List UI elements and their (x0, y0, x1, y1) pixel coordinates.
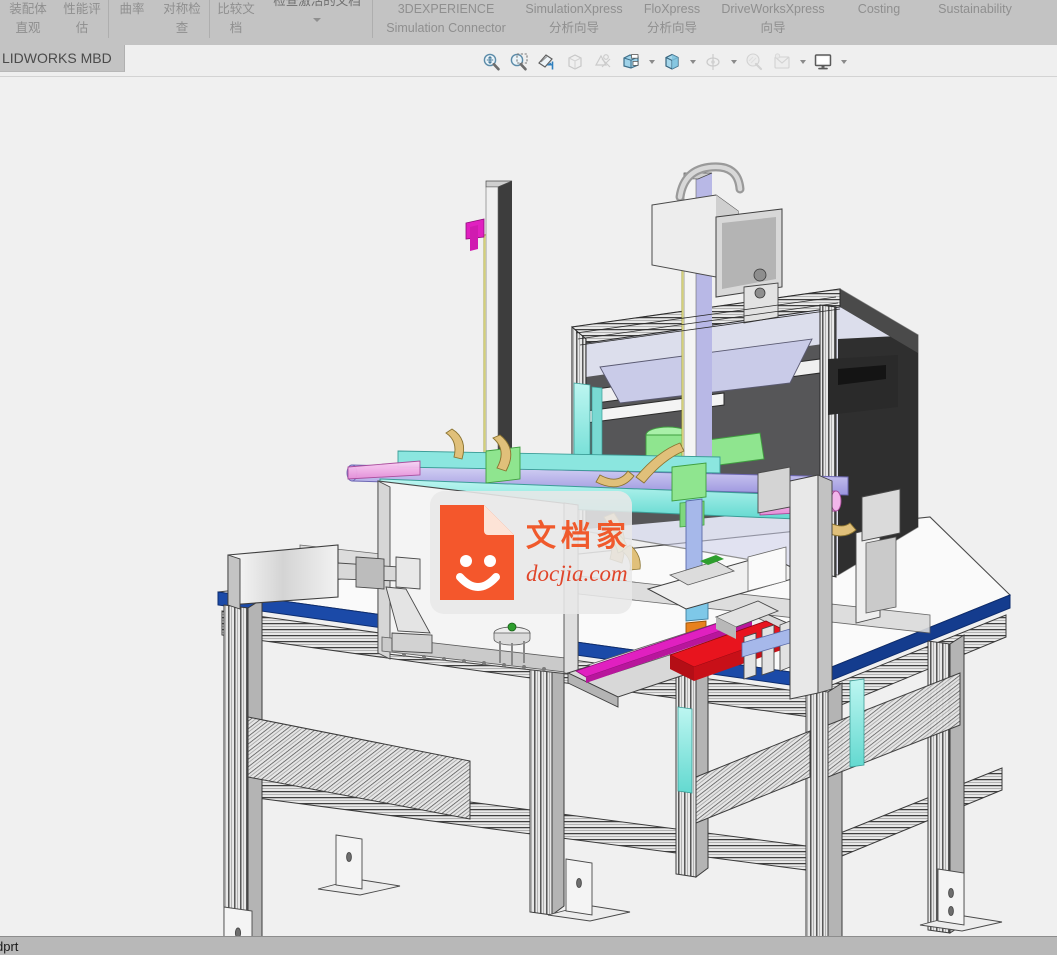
watermark-text: 文档家 docjia.com (526, 518, 631, 588)
view-cube-icon[interactable] (659, 49, 685, 75)
ribbon-cmd-label-line1: 3DEXPERIENCE (397, 2, 495, 16)
ribbon-group-xpress-tools: 3DEXPERIENCE Simulation Connector Simula… (373, 0, 1023, 45)
ribbon-cmd-check-active-document[interactable]: 检查激活的文档 (262, 0, 372, 23)
apply-scene-icon (741, 49, 767, 75)
ribbon-cmd-label-line1: 装配体 (9, 2, 47, 16)
smiling-document-icon (436, 501, 518, 604)
graphics-viewport[interactable]: 文档家 docjia.com (0, 77, 1057, 936)
display-style-icon[interactable] (618, 49, 644, 75)
hide-show-items-icon (590, 49, 616, 75)
section-view-icon[interactable] (534, 49, 560, 75)
ribbon-cmd-label-line1: 检查激活的文档 (273, 0, 361, 8)
ribbon-cmd-label-line2: 向导 (760, 21, 786, 36)
ribbon-cmd-label-line1: 对称检 (163, 2, 201, 16)
ribbon-cmd-label-line2: 估 (75, 21, 89, 36)
ribbon-cmd-simulationxpress-wizard[interactable]: SimulationXpress 分析向导 (519, 0, 629, 39)
hide-show-components-icon (769, 49, 795, 75)
ribbon-cmd-curvature[interactable]: 曲率 (109, 0, 155, 19)
ribbon-cmd-label-line1: 比较文 (217, 2, 255, 16)
view-settings-dropdown[interactable] (728, 49, 739, 75)
ribbon-cmd-assembly-visualization[interactable]: 装配体 直观 (0, 0, 56, 39)
hide-show-components-dropdown[interactable] (797, 49, 808, 75)
watermark-docjia: 文档家 docjia.com (430, 491, 632, 614)
zoom-to-area-icon[interactable] (506, 49, 532, 75)
ribbon-cmd-driveworksxpress-wizard[interactable]: DriveWorksXpress 向导 (715, 0, 831, 39)
motor-assembly (651, 194, 783, 324)
watermark-brand-chinese: 文档家 (526, 518, 631, 554)
ribbon-cmd-label-line1: DriveWorksXpress (721, 2, 825, 16)
ribbon-cmd-label-line1: 曲率 (119, 2, 145, 16)
view-settings-icon (700, 49, 726, 75)
ribbon-cmd-label-line1: SimulationXpress (525, 2, 623, 16)
ribbon-group-evaluate-3: 比较文 档 检查激活的文档 (210, 0, 372, 45)
ribbon-cmd-label-line2: 直观 (15, 21, 41, 36)
ribbon-cmd-performance-evaluation[interactable]: 性能评 估 (56, 0, 108, 39)
ribbon-cmd-label-line2: Simulation Connector (386, 21, 506, 36)
zoom-to-fit-icon[interactable] (478, 49, 504, 75)
ribbon-cmd-3dexperience-simulation-connector[interactable]: 3DEXPERIENCE Simulation Connector (373, 0, 519, 39)
tab-solidworks-mbd[interactable]: LIDWORKS MBD (0, 45, 125, 72)
view-heads-up-toolbar (478, 48, 849, 76)
ribbon-group-evaluate-1: 装配体 直观 性能评 估 (0, 0, 108, 45)
ribbon-cmd-label-line2: 档 (229, 21, 243, 36)
ribbon-cmd-label-line1: 性能评 (63, 2, 101, 16)
full-screen-dropdown[interactable] (838, 49, 849, 75)
ribbon-cmd-sustainability[interactable]: Sustainability (927, 0, 1023, 19)
ribbon-cmd-label-line1: Sustainability (938, 2, 1012, 16)
pedestal (493, 622, 531, 665)
ribbon-cmd-compare-documents[interactable]: 比较文 档 (210, 0, 262, 39)
ribbon-commands: 装配体 直观 性能评 估 曲率 对称检 查 比较文 档 检查激活的文档 3DEX… (0, 0, 1023, 45)
ribbon-cmd-label-line2: 分析向导 (548, 21, 599, 36)
ribbon-toolbar: 装配体 直观 性能评 估 曲率 对称检 查 比较文 档 检查激活的文档 3DEX… (0, 0, 1057, 45)
full-screen-icon[interactable] (810, 49, 836, 75)
ribbon-cmd-label-line2: Costing (857, 2, 901, 16)
display-style-dropdown[interactable] (646, 49, 657, 75)
view-cube-dropdown[interactable] (687, 49, 698, 75)
ribbon-group-evaluate-2: 曲率 对称检 查 (109, 0, 209, 45)
chevron-down-icon[interactable] (313, 18, 321, 23)
ribbon-cmd-floxpress-wizard[interactable]: FloXpress 分析向导 (629, 0, 715, 39)
ribbon-cmd-symmetry-check[interactable]: 对称检 查 (155, 0, 209, 39)
watermark-url: docjia.com (526, 561, 628, 587)
status-filename: dprt (0, 939, 19, 954)
ribbon-cmd-label-line2: 分析向导 (646, 21, 697, 36)
view-orientation-icon (562, 49, 588, 75)
status-bar: dprt (0, 936, 1057, 955)
ribbon-cmd-label-line2: 查 (175, 21, 189, 36)
ribbon-cmd-label-line1: FloXpress (643, 2, 701, 16)
ribbon-cmd-costing[interactable]: Costing (831, 0, 927, 19)
